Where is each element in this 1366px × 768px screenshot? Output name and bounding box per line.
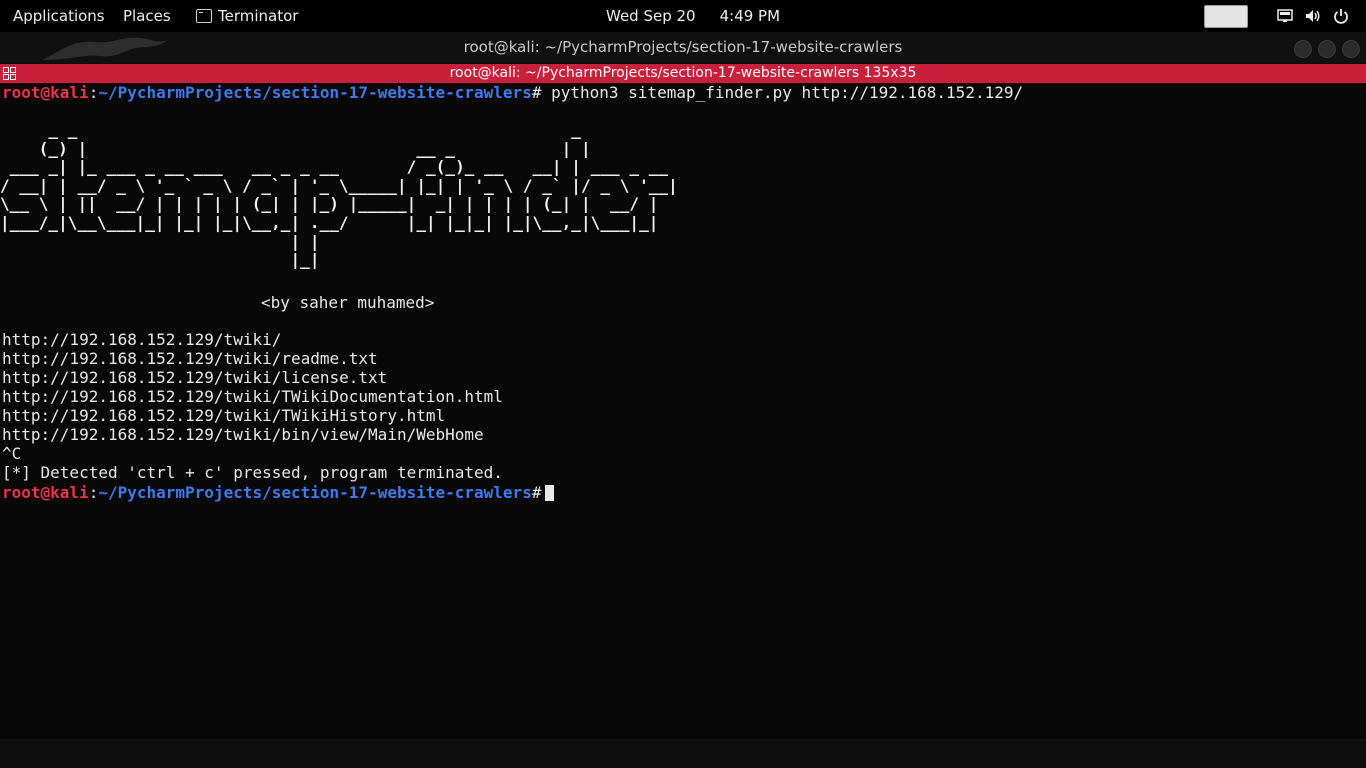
- command-line: root@kali:~/PycharmProjects/section-17-w…: [2, 83, 1023, 102]
- output-line: http://192.168.152.129/twiki/: [2, 330, 282, 349]
- volume-icon[interactable]: [1305, 8, 1321, 24]
- kali-dragon-logo: [42, 37, 168, 60]
- prompt-user: root@kali: [2, 83, 89, 102]
- prompt-colon: :: [88, 483, 99, 502]
- prompt-hash: #: [531, 483, 542, 502]
- text-cursor: [545, 485, 555, 501]
- output-line: http://192.168.152.129/twiki/TWikiHistor…: [2, 406, 446, 425]
- output-line: ^C: [2, 444, 22, 463]
- clock-date: Wed Sep 20: [606, 7, 696, 25]
- terminal-group-icon[interactable]: [3, 67, 16, 80]
- places-menu[interactable]: Places: [121, 0, 173, 32]
- gnome-top-bar: Applications Places Terminator Wed Sep 2…: [0, 0, 1366, 32]
- close-button[interactable]: [1342, 40, 1360, 58]
- applications-menu[interactable]: Applications: [11, 0, 107, 32]
- window-titlebar[interactable]: root@kali: ~/PycharmProjects/section-17-…: [0, 32, 1366, 63]
- current-prompt-line[interactable]: root@kali:~/PycharmProjects/section-17-w…: [2, 483, 555, 502]
- keyboard-layout-indicator[interactable]: [1204, 5, 1248, 28]
- prompt-path: ~/PycharmProjects/section-17-website-cra…: [98, 483, 532, 502]
- terminal-title: root@kali: ~/PycharmProjects/section-17-…: [449, 65, 917, 81]
- terminal-icon: [196, 9, 212, 23]
- command-text: python3 sitemap_finder.py http://192.168…: [541, 83, 1024, 102]
- prompt-colon: :: [88, 83, 99, 102]
- output-line: http://192.168.152.129/twiki/readme.txt: [2, 349, 378, 368]
- clock-time: 4:49 PM: [719, 7, 781, 25]
- clock[interactable]: Wed Sep 20 4:49 PM: [606, 0, 780, 32]
- power-icon[interactable]: [1333, 8, 1349, 24]
- minimize-button[interactable]: [1294, 40, 1312, 58]
- active-app-label: Terminator: [218, 7, 299, 25]
- output-line: [*] Detected 'ctrl + c' pressed, program…: [2, 463, 503, 482]
- terminal-titlebar[interactable]: root@kali: ~/PycharmProjects/section-17-…: [0, 64, 1366, 83]
- network-icon[interactable]: [1277, 8, 1293, 24]
- window-title: root@kali: ~/PycharmProjects/section-17-…: [463, 38, 903, 56]
- ascii-banner: _ _ _ (_) | __ _ | | ___ _| |_ ___ _ __ …: [0, 120, 678, 270]
- prompt-user: root@kali: [2, 483, 89, 502]
- prompt-path: ~/PycharmProjects/section-17-website-cra…: [98, 83, 532, 102]
- output-line: http://192.168.152.129/twiki/license.txt: [2, 368, 388, 387]
- maximize-button[interactable]: [1318, 40, 1336, 58]
- terminal-area[interactable]: root@kali:~/PycharmProjects/section-17-w…: [0, 83, 1366, 768]
- output-line: http://192.168.152.129/twiki/TWikiDocume…: [2, 387, 503, 406]
- program-output: http://192.168.152.129/twiki/ http://192…: [2, 330, 503, 482]
- output-line: http://192.168.152.129/twiki/bin/view/Ma…: [2, 425, 484, 444]
- active-app-menu[interactable]: Terminator: [194, 0, 300, 32]
- author-credit: <by saher muhamed>: [261, 293, 435, 312]
